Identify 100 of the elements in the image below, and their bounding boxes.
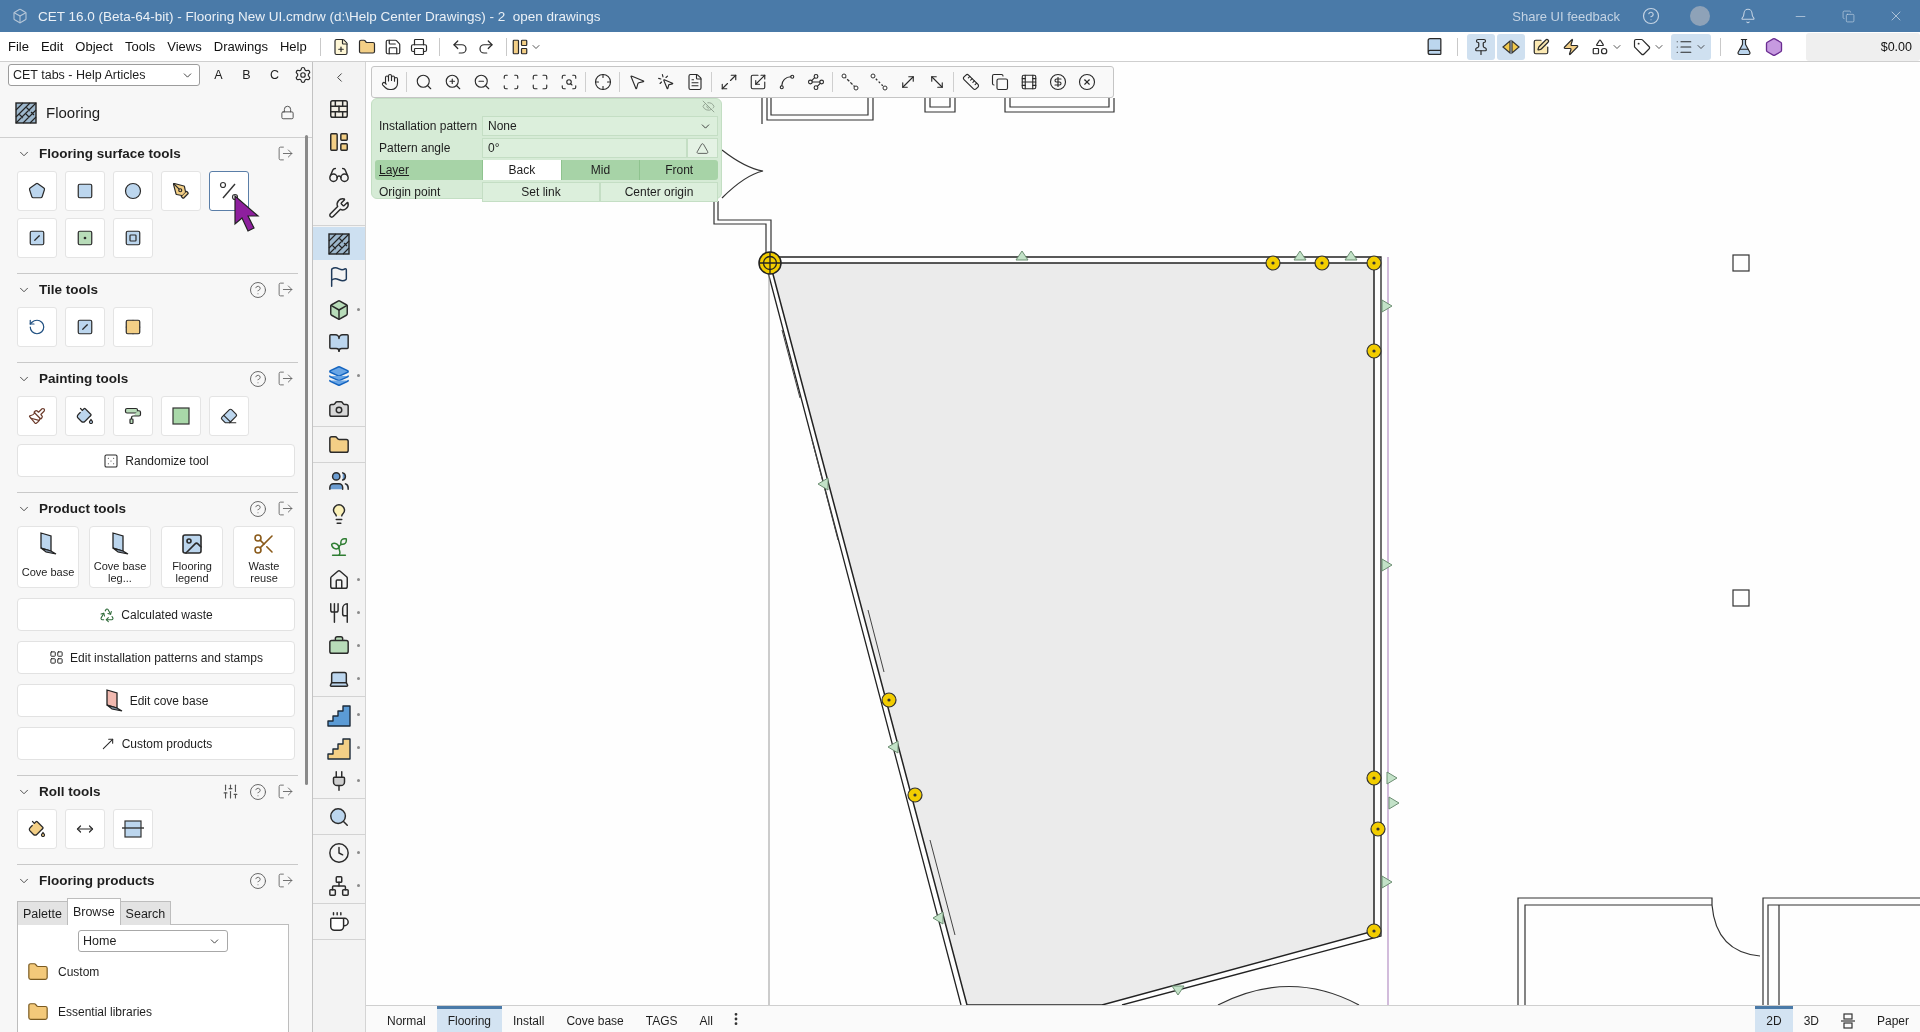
folder-item[interactable]: Custom [18,952,288,992]
tab-set-dropdown[interactable]: CET tabs - Help Articles [8,64,200,86]
square-marker[interactable] [1732,254,1750,272]
handle-marker[interactable] [881,692,897,708]
dotted-line-icon[interactable] [869,73,888,91]
edge-marker[interactable] [817,477,829,491]
letter-tab[interactable]: B [233,68,260,82]
scrollbar[interactable] [305,135,308,785]
hand-icon[interactable] [380,73,399,91]
help-icon[interactable] [249,280,267,299]
section-title[interactable]: Tile tools [39,282,98,297]
handle-marker[interactable] [1366,343,1382,359]
zoom-out-icon[interactable] [472,73,491,91]
tool-button[interactable]: Edit cove base [17,684,295,717]
layer-option[interactable]: Front [639,160,718,180]
product-tool-button[interactable]: Cove base leg... [89,526,151,588]
maximize-icon[interactable] [530,73,549,91]
tool-button[interactable]: Randomize tool [17,444,295,477]
exit-icon[interactable] [277,783,294,800]
panel-tab[interactable]: Search [119,901,172,925]
expand-icon[interactable] [719,73,738,91]
help-icon[interactable] [249,499,267,518]
edge-marker[interactable] [1171,985,1185,996]
lock-icon[interactable] [280,105,295,120]
menu-item[interactable]: File [2,39,35,54]
handle-marker[interactable] [1314,255,1330,271]
pattern-dropdown[interactable]: None [482,116,718,136]
edge-marker[interactable] [1388,796,1400,810]
menu-item[interactable]: Edit [34,39,70,54]
handle-marker[interactable] [1366,770,1382,786]
edge-marker[interactable] [932,911,944,925]
menu-item[interactable]: Views [161,39,208,54]
redo-icon[interactable] [476,37,495,56]
circle-x-icon[interactable] [1077,73,1096,91]
coin-icon[interactable] [1048,73,1067,91]
folder-icon[interactable] [357,37,376,56]
angle-field[interactable]: 0° [482,138,687,158]
view-tab[interactable]: TAGS [634,1006,689,1032]
save-icon[interactable] [383,37,402,56]
exit-icon[interactable] [277,281,294,298]
handle-marker[interactable] [907,787,923,803]
edge-marker[interactable] [1381,875,1393,889]
help-icon[interactable] [249,871,267,890]
origin-button[interactable]: Set link [482,182,600,202]
tool-button[interactable]: Edit installation patterns and stamps [17,641,295,674]
section-title[interactable]: Flooring products [39,873,155,888]
tool-button[interactable]: Calculated waste [17,598,295,631]
handle-marker[interactable] [1366,923,1382,939]
crosshair-icon[interactable] [593,73,612,91]
letter-tab[interactable]: C [261,68,288,82]
view-mode-tab[interactable]: 2D [1755,1006,1793,1032]
layer-option[interactable]: Back [482,160,561,180]
origin-button[interactable]: Center origin [600,182,718,202]
handle-marker[interactable] [1265,255,1281,271]
handle-marker[interactable] [1366,255,1382,271]
pointer-icon[interactable] [627,73,646,91]
view-tab[interactable]: Flooring [436,1006,503,1032]
help-icon[interactable] [249,369,267,388]
view-tab[interactable]: Cove base [555,1006,635,1032]
section-title[interactable]: Product tools [39,501,126,516]
undo-icon[interactable] [450,37,469,56]
menu-item[interactable]: Object [69,39,119,54]
section-title[interactable]: Roll tools [39,784,101,799]
menu-item[interactable]: Help [273,39,313,54]
document-icon[interactable] [685,73,704,91]
new-file-icon[interactable] [331,37,350,56]
view-tab[interactable]: Normal [376,1006,437,1032]
waypoints-icon[interactable] [806,73,825,91]
product-tool-button[interactable]: Cove base [17,526,79,588]
bell-icon[interactable] [1740,8,1756,24]
section-title[interactable]: Painting tools [39,371,129,386]
exit-icon[interactable] [277,500,294,517]
zoom-in-icon[interactable] [443,73,462,91]
dotted-line-icon[interactable] [840,73,859,91]
film-icon[interactable] [1019,73,1038,91]
view-mode-tab[interactable]: 3D [1792,1006,1830,1032]
view-mode-tab[interactable]: Paper [1865,1006,1920,1032]
view-tab[interactable]: Install [502,1006,556,1032]
copy-icon[interactable] [990,73,1009,91]
menu-item[interactable]: Drawings [207,39,274,54]
scan-search-icon[interactable] [559,73,578,91]
sliders-icon[interactable] [222,783,239,800]
location-dropdown[interactable]: Home [78,930,228,952]
edge-marker[interactable] [1293,250,1307,261]
panel-tab[interactable]: Browse [66,898,121,925]
menu-item[interactable]: Tools [118,39,162,54]
exit-icon[interactable] [277,145,294,162]
ruler-icon[interactable] [961,73,980,91]
toolbar-button[interactable] [1497,33,1525,60]
settings-icon[interactable] [294,66,312,84]
product-tool-button[interactable]: Waste reuse [233,526,295,588]
section-title[interactable]: Flooring surface tools [39,146,181,161]
search-icon[interactable] [414,73,433,91]
edge-marker[interactable] [1015,250,1029,261]
layout-icon[interactable] [511,37,530,56]
letter-tab[interactable]: A [205,68,232,82]
exit-icon[interactable] [277,370,294,387]
crosshair-marker[interactable] [758,251,782,275]
pointer-click-icon[interactable] [656,73,675,91]
spline-icon[interactable] [777,73,796,91]
